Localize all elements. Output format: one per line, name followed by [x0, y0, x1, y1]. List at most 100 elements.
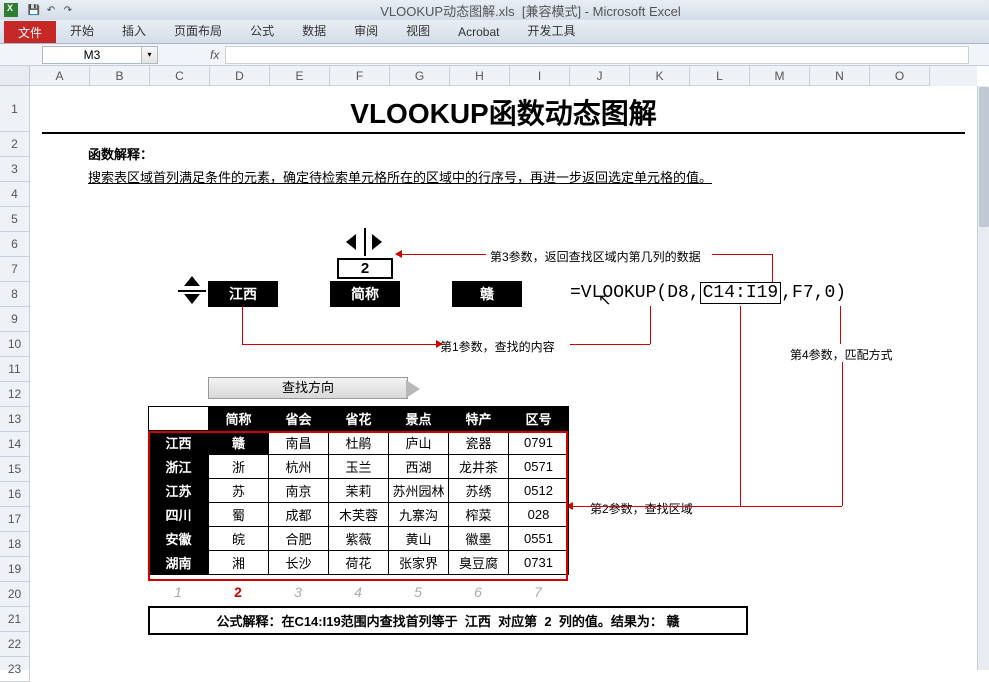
row-header[interactable]: 3 [0, 157, 30, 182]
col-header[interactable]: N [810, 66, 870, 86]
row-header[interactable]: 6 [0, 232, 30, 257]
cursor-icon: ↖ [598, 290, 611, 310]
row-header[interactable]: 21 [0, 607, 30, 632]
spin-right-icon[interactable] [372, 234, 382, 250]
fx-icon[interactable]: fx [210, 48, 219, 62]
col-header[interactable]: C [150, 66, 210, 86]
fx-buttons: fx [206, 48, 219, 62]
tab-data[interactable]: 数据 [288, 18, 340, 43]
table-header: 特产 [449, 407, 509, 431]
spinner-divider [178, 290, 206, 292]
select-all-corner[interactable] [0, 66, 30, 86]
row-header[interactable]: 18 [0, 532, 30, 557]
row-header[interactable]: 7 [0, 257, 30, 282]
tab-page-layout[interactable]: 页面布局 [160, 18, 236, 43]
tab-formulas[interactable]: 公式 [236, 18, 288, 43]
table-header: 省花 [329, 407, 389, 431]
row-header[interactable]: 20 [0, 582, 30, 607]
col-header[interactable]: E [270, 66, 330, 86]
param3-num: 2 [337, 258, 393, 279]
anno-param4: 第4参数，匹配方式 [790, 346, 893, 363]
result-value-box: 赣 [452, 281, 522, 307]
col-header[interactable]: L [690, 66, 750, 86]
row-header[interactable]: 8 [0, 282, 30, 307]
section-text: 搜索表区域首列满足条件的元素，确定待检索单元格所在的区域中的行序号，再进一步返回… [88, 167, 977, 186]
row-header[interactable]: 14 [0, 432, 30, 457]
redo-icon[interactable]: ↷ [60, 2, 76, 18]
file-tab[interactable]: 文件 [4, 21, 56, 43]
spinner-divider-v [364, 228, 366, 256]
result-explanation: 公式解释：在C14:I19范围内查找首列等于 江西 对应第 2 列的值。结果为：… [148, 606, 748, 635]
row-headers: 1 2 3 4 5 6 7 8 9 10 11 12 13 14 15 16 1… [0, 86, 30, 670]
save-icon[interactable]: 💾 [26, 2, 42, 18]
col-header[interactable]: I [510, 66, 570, 86]
tab-acrobat[interactable]: Acrobat [444, 21, 513, 43]
name-box-dropdown[interactable]: ▾ [142, 46, 158, 64]
param3-label: 简称 [330, 281, 400, 307]
tab-developer[interactable]: 开发工具 [513, 18, 589, 43]
table-row: 安徽皖合肥紫薇黄山徽墨0551 [149, 527, 569, 551]
col-header[interactable]: K [630, 66, 690, 86]
col-header[interactable]: H [450, 66, 510, 86]
formula-bar[interactable] [225, 46, 969, 64]
table-row: 浙江浙杭州玉兰西湖龙井茶0571 [149, 455, 569, 479]
row-header[interactable]: 1 [0, 86, 30, 132]
formula-bar-row: M3 ▾ fx [0, 44, 989, 66]
page-title: VLOOKUP函数动态图解 [42, 86, 965, 134]
scrollbar-thumb[interactable] [979, 87, 989, 227]
table-row: 江西 赣 南昌杜鹃庐山瓷器0791 [149, 431, 569, 455]
title-bar: 💾 ↶ ↷ VLOOKUP动态图解.xls [兼容模式] - Microsoft… [0, 0, 989, 20]
row-header[interactable]: 9 [0, 307, 30, 332]
tab-review[interactable]: 审阅 [340, 18, 392, 43]
anno-param1: 第1参数，查找的内容 [440, 338, 555, 355]
section-label: 函数解释： [88, 144, 977, 163]
spin-up-icon[interactable] [184, 276, 200, 286]
tab-insert[interactable]: 插入 [108, 18, 160, 43]
col-header[interactable]: J [570, 66, 630, 86]
table-header: 简称 [209, 407, 269, 431]
undo-icon[interactable]: ↶ [43, 2, 59, 18]
table-header: 区号 [509, 407, 569, 431]
window-title: VLOOKUP动态图解.xls [兼容模式] - Microsoft Excel [76, 1, 985, 20]
spin-down-icon[interactable] [184, 294, 200, 304]
direction-arrow-icon [406, 380, 420, 398]
tab-home[interactable]: 开始 [56, 18, 108, 43]
ribbon: 文件 开始 插入 页面布局 公式 数据 审阅 视图 Acrobat 开发工具 [0, 20, 989, 44]
row-header[interactable]: 16 [0, 482, 30, 507]
anno-param3: 第3参数，返回查找区域内第几列的数据 [490, 248, 701, 265]
spin-left-icon[interactable] [346, 234, 356, 250]
row-header[interactable]: 12 [0, 382, 30, 407]
param1-value: 江西 [208, 281, 278, 307]
formula-display: =VLOOKUP(D8,C14:I19,F7,0) [570, 283, 846, 303]
row-header[interactable]: 10 [0, 332, 30, 357]
table-row: 江苏苏南京茉莉苏州园林苏绣0512 [149, 479, 569, 503]
row-header[interactable]: 5 [0, 207, 30, 232]
spreadsheet-grid: A B C D E F G H I J K L M N O 1 2 3 4 5 … [0, 66, 989, 670]
tab-view[interactable]: 视图 [392, 18, 444, 43]
row-header[interactable]: 15 [0, 457, 30, 482]
table-header: 省会 [269, 407, 329, 431]
col-header[interactable]: M [750, 66, 810, 86]
sheet-canvas[interactable]: VLOOKUP函数动态图解 函数解释： 搜索表区域首列满足条件的元素，确定待检索… [30, 86, 977, 670]
vertical-scrollbar[interactable] [977, 86, 989, 670]
direction-label: 查找方向 [208, 377, 408, 399]
row-header[interactable]: 22 [0, 632, 30, 657]
excel-icon [4, 3, 18, 17]
col-header[interactable]: B [90, 66, 150, 86]
row-header[interactable]: 17 [0, 507, 30, 532]
row-header[interactable]: 13 [0, 407, 30, 432]
row-header[interactable]: 11 [0, 357, 30, 382]
row-header[interactable]: 4 [0, 182, 30, 207]
table-header [149, 407, 209, 431]
row-header[interactable]: 2 [0, 132, 30, 157]
anno-param2: 第2参数，查找区域 [590, 500, 693, 517]
col-header[interactable]: G [390, 66, 450, 86]
table-row: 湖南湘长沙荷花张家界臭豆腐0731 [149, 551, 569, 575]
col-header[interactable]: D [210, 66, 270, 86]
table-header: 景点 [389, 407, 449, 431]
col-header[interactable]: A [30, 66, 90, 86]
name-box[interactable]: M3 [42, 46, 142, 64]
col-header[interactable]: F [330, 66, 390, 86]
col-header[interactable]: O [870, 66, 930, 86]
row-header[interactable]: 19 [0, 557, 30, 582]
